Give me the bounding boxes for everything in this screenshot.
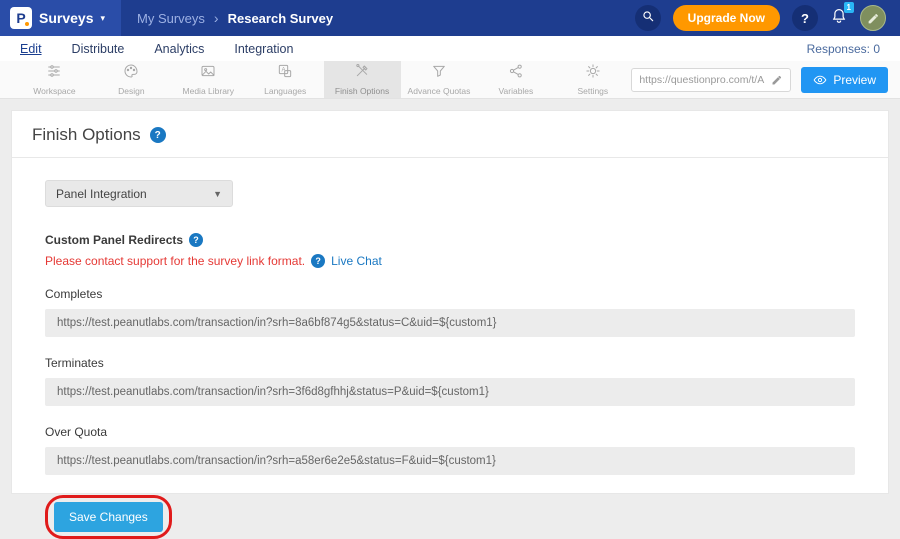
responses-count: Responses: 0 — [807, 42, 880, 56]
search-button[interactable] — [635, 5, 661, 31]
workspace-icon — [46, 63, 62, 84]
product-name: Surveys — [39, 10, 93, 26]
help-button[interactable]: ? — [792, 5, 818, 31]
notification-badge: 1 — [844, 2, 854, 14]
page-content: Finish Options ? Panel Integration ▼ Cus… — [0, 99, 900, 505]
help-icon[interactable]: ? — [189, 233, 203, 247]
toolbar-item-variables[interactable]: Variables — [477, 61, 554, 98]
toolbar-item-design[interactable]: Design — [93, 61, 170, 98]
breadcrumb-separator-icon: › — [214, 10, 219, 26]
toolbar-item-label: Languages — [264, 86, 306, 96]
help-icon[interactable]: ? — [311, 254, 325, 268]
toolbar-item-languages[interactable]: A Languages — [247, 61, 324, 98]
preview-button[interactable]: Preview — [801, 67, 888, 93]
toolbar-item-label: Settings — [577, 86, 608, 96]
toolbar-item-advance-quotas[interactable]: Advance Quotas — [401, 61, 478, 98]
languages-icon: A — [277, 63, 293, 84]
edit-toolbar: Workspace Design Media Library A Languag… — [0, 61, 900, 99]
avatar[interactable] — [860, 5, 886, 31]
card-header: Finish Options ? — [12, 111, 888, 158]
support-notice-text: Please contact support for the survey li… — [45, 254, 305, 268]
variables-icon — [508, 63, 524, 84]
notifications-button[interactable]: 1 — [830, 7, 848, 30]
breadcrumb-current-survey: Research Survey — [228, 11, 334, 26]
finish-options-icon — [354, 63, 370, 84]
product-switcher[interactable]: P Surveys ▾ — [0, 0, 121, 36]
toolbar-item-workspace[interactable]: Workspace — [16, 61, 93, 98]
page-title: Finish Options — [32, 125, 141, 145]
toolbar-item-finish-options[interactable]: Finish Options — [324, 61, 401, 98]
toolbar-right: Preview — [631, 61, 900, 98]
over-quota-url-field[interactable]: https://test.peanutlabs.com/transaction/… — [45, 447, 855, 475]
advance-quotas-icon — [431, 63, 447, 84]
survey-nav: Edit Distribute Analytics Integration Re… — [0, 36, 900, 61]
tab-distribute[interactable]: Distribute — [72, 42, 125, 56]
settings-icon — [585, 63, 601, 84]
toolbar-item-label: Design — [118, 86, 144, 96]
section-row: Custom Panel Redirects ? — [45, 233, 855, 247]
chevron-down-icon: ▾ — [100, 13, 105, 24]
edit-url-pencil-icon[interactable] — [771, 74, 783, 86]
help-icon[interactable]: ? — [150, 127, 166, 143]
chevron-down-icon: ▼ — [213, 189, 222, 199]
terminates-label: Terminates — [45, 356, 855, 370]
toolbar-item-media-library[interactable]: Media Library — [170, 61, 247, 98]
completes-group: Completes https://test.peanutlabs.com/tr… — [45, 287, 855, 337]
finish-option-dropdown[interactable]: Panel Integration ▼ — [45, 180, 233, 207]
card-body: Panel Integration ▼ Custom Panel Redirec… — [12, 158, 888, 539]
completes-url-field[interactable]: https://test.peanutlabs.com/transaction/… — [45, 309, 855, 337]
survey-url-input[interactable] — [639, 74, 767, 86]
pencil-icon — [867, 12, 880, 25]
toolbar-item-label: Advance Quotas — [408, 86, 471, 96]
toolbar-item-label: Finish Options — [335, 86, 389, 96]
questionpro-logo: P — [10, 7, 32, 29]
save-changes-button[interactable]: Save Changes — [54, 502, 163, 532]
completes-label: Completes — [45, 287, 855, 301]
media-library-icon — [200, 63, 216, 84]
search-icon — [641, 9, 655, 28]
breadcrumb: My Surveys › Research Survey — [137, 10, 333, 26]
toolbar-item-settings[interactable]: Settings — [554, 61, 631, 98]
tab-integration[interactable]: Integration — [234, 42, 293, 56]
terminates-group: Terminates https://test.peanutlabs.com/t… — [45, 356, 855, 406]
finish-options-card: Finish Options ? Panel Integration ▼ Cus… — [12, 111, 888, 493]
tab-edit[interactable]: Edit — [20, 42, 42, 56]
terminates-url-field[interactable]: https://test.peanutlabs.com/transaction/… — [45, 378, 855, 406]
toolbar-item-label: Media Library — [183, 86, 235, 96]
support-row: Please contact support for the survey li… — [45, 254, 855, 268]
tab-analytics[interactable]: Analytics — [154, 42, 204, 56]
dropdown-selected-value: Panel Integration — [56, 187, 147, 201]
eye-icon — [813, 73, 827, 87]
design-icon — [123, 63, 139, 84]
red-annotation-highlight: Save Changes — [45, 495, 172, 539]
live-chat-link[interactable]: Live Chat — [331, 254, 382, 268]
over-quota-label: Over Quota — [45, 425, 855, 439]
upgrade-now-button[interactable]: Upgrade Now — [673, 5, 780, 31]
toolbar-item-label: Workspace — [33, 86, 75, 96]
preview-label: Preview — [833, 73, 876, 87]
help-icon: ? — [801, 11, 809, 26]
over-quota-group: Over Quota https://test.peanutlabs.com/t… — [45, 425, 855, 475]
breadcrumb-my-surveys[interactable]: My Surveys — [137, 11, 205, 26]
toolbar-item-label: Variables — [498, 86, 533, 96]
topbar-actions: Upgrade Now ? 1 — [635, 5, 900, 31]
custom-panel-redirects-label: Custom Panel Redirects — [45, 233, 183, 247]
survey-url-box — [631, 68, 791, 92]
topbar: P Surveys ▾ My Surveys › Research Survey… — [0, 0, 900, 36]
